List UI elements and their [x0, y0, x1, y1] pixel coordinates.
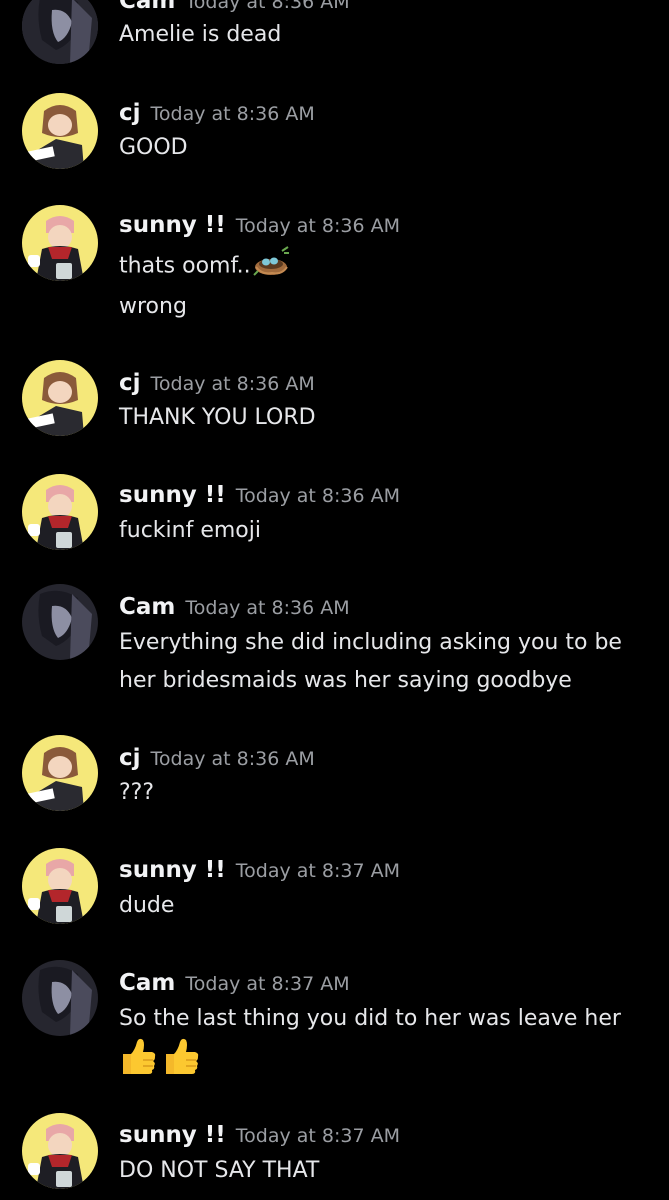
username[interactable]: Cam	[119, 594, 175, 620]
message-header: cj Today at 8:36 AM	[119, 743, 315, 773]
message-text: THANK YOU LORD	[119, 405, 316, 430]
timestamp: Today at 8:36 AM	[185, 597, 350, 619]
message-header: Cam Today at 8:36 AM	[119, 0, 350, 16]
message-text: DO NOT SAY THAT	[119, 1158, 320, 1183]
avatar-cam[interactable]	[22, 584, 98, 660]
username[interactable]: sunny !!	[119, 1122, 226, 1148]
message-text: GOOD	[119, 135, 188, 160]
message-text: ???	[119, 780, 155, 805]
chat-message-list[interactable]: Cam Today at 8:36 AM Amelie is dead cj Tod…	[0, 0, 669, 1200]
avatar-sunny[interactable]	[22, 1113, 98, 1189]
thumbs-up-emoji	[119, 1038, 162, 1080]
message-header: Cam Today at 8:37 AM	[119, 968, 350, 998]
avatar-cj[interactable]	[22, 93, 98, 169]
message-header: Cam Today at 8:36 AM	[119, 592, 350, 622]
timestamp: Today at 8:36 AM	[150, 748, 315, 770]
avatar-cam[interactable]	[22, 960, 98, 1036]
message-text: wrong	[119, 294, 187, 319]
message-text: dude	[119, 893, 175, 918]
timestamp: Today at 8:37 AM	[235, 1125, 401, 1147]
message-text: her bridesmaids was her saying goodbye	[119, 668, 572, 693]
timestamp: Today at 8:37 AM	[185, 973, 350, 995]
username[interactable]: cj	[119, 370, 141, 396]
timestamp: Today at 8:36 AM	[150, 373, 315, 395]
message-text: thats oomf..	[119, 245, 290, 288]
message-header: sunny !! Today at 8:36 AM	[119, 210, 400, 240]
timestamp: Today at 8:37 AM	[235, 860, 401, 882]
username[interactable]: cj	[119, 745, 141, 771]
avatar-cj[interactable]	[22, 735, 98, 811]
avatar-cam[interactable]	[22, 0, 98, 64]
message-text: Everything she did including asking you …	[119, 630, 622, 655]
avatar-sunny[interactable]	[22, 848, 98, 924]
timestamp: Today at 8:36 AM	[235, 485, 401, 507]
username[interactable]: Cam	[119, 970, 175, 996]
message-header: cj Today at 8:36 AM	[119, 368, 315, 398]
nest-with-eggs-emoji	[252, 245, 290, 288]
username[interactable]: sunny !!	[119, 212, 226, 238]
username[interactable]: sunny !!	[119, 482, 226, 508]
message-header: cj Today at 8:36 AM	[119, 98, 315, 128]
message-text: fuckinf emoji	[119, 518, 261, 543]
avatar-sunny[interactable]	[22, 205, 98, 281]
message-text: So the last thing you did to her was lea…	[119, 1006, 621, 1031]
username[interactable]: sunny !!	[119, 857, 226, 883]
timestamp: Today at 8:36 AM	[150, 103, 315, 125]
timestamp: Today at 8:36 AM	[185, 0, 350, 13]
message-text-content: thats oomf..	[119, 253, 251, 279]
username[interactable]: cj	[119, 100, 141, 126]
avatar-cj[interactable]	[22, 360, 98, 436]
message-header: sunny !! Today at 8:37 AM	[119, 1120, 400, 1150]
avatar-sunny[interactable]	[22, 474, 98, 550]
message-text: Amelie is dead	[119, 22, 282, 47]
thumbs-up-emoji	[162, 1038, 200, 1080]
username[interactable]: Cam	[119, 0, 175, 14]
timestamp: Today at 8:36 AM	[235, 215, 401, 237]
message-header: sunny !! Today at 8:37 AM	[119, 855, 400, 885]
emoji-row	[119, 1036, 200, 1076]
message-header: sunny !! Today at 8:36 AM	[119, 480, 400, 510]
